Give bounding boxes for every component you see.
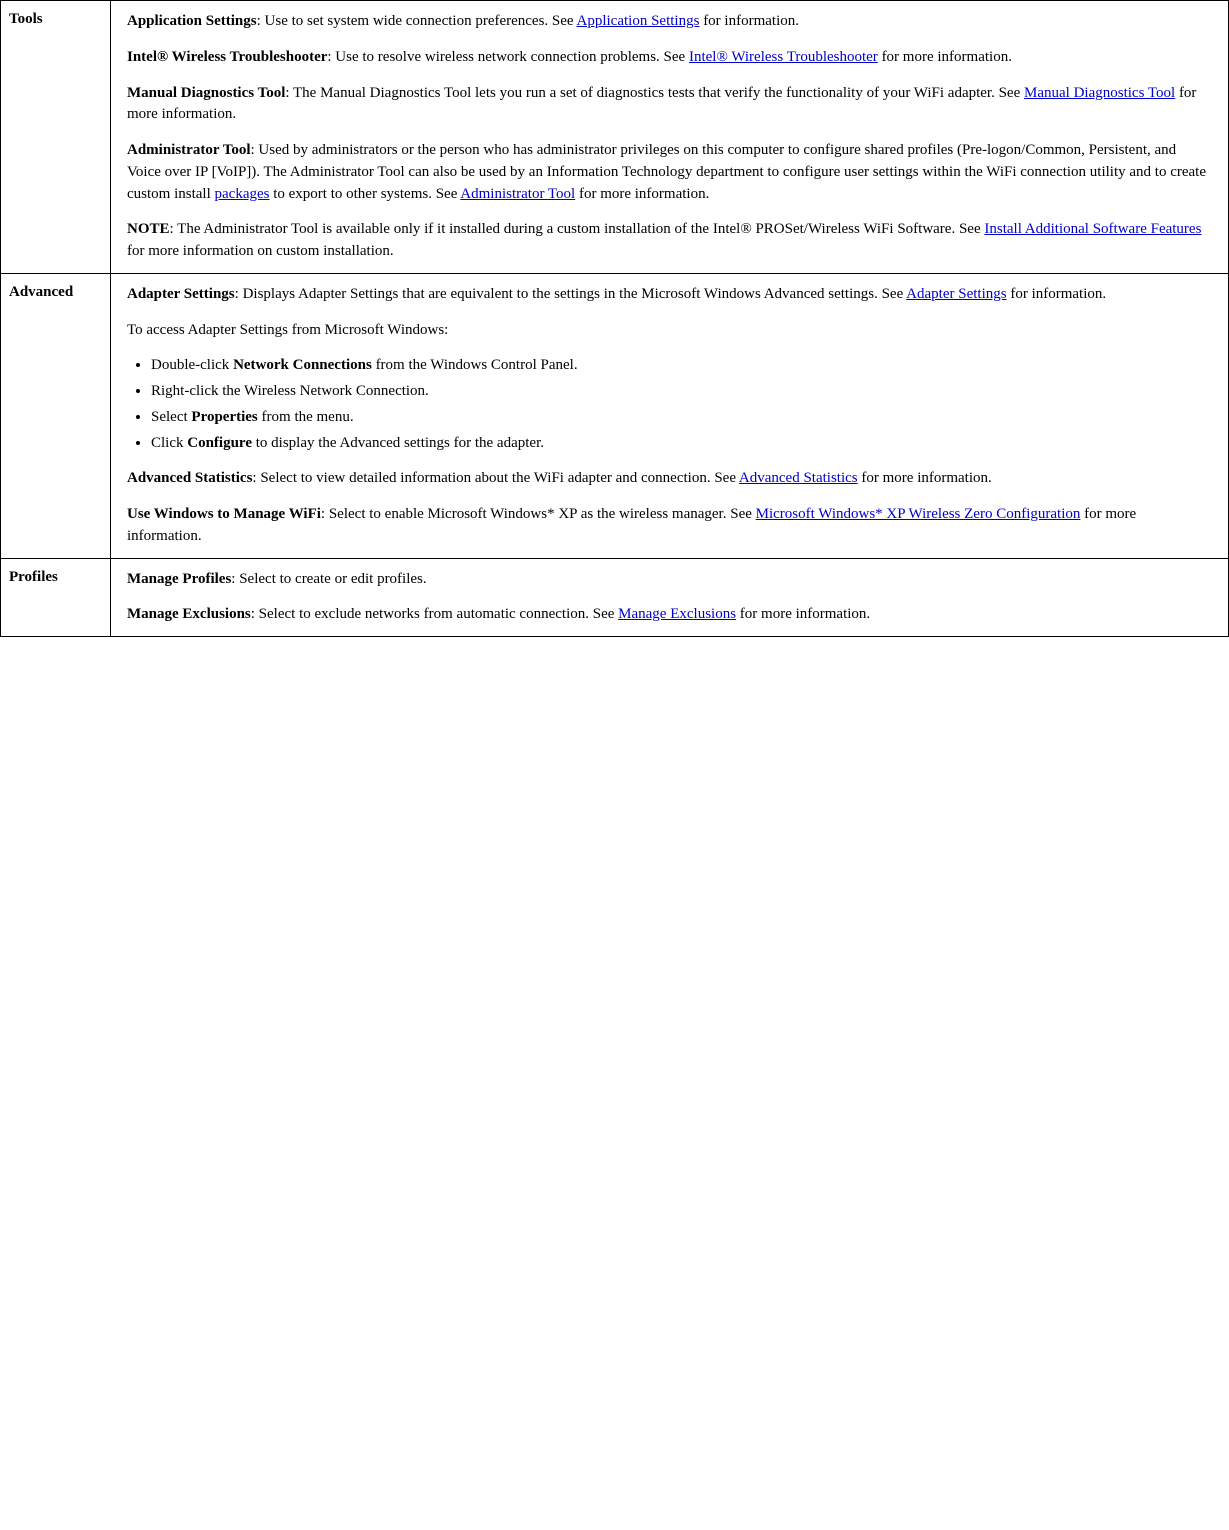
tools-admin-title: Administrator Tool	[127, 142, 251, 158]
advanced-step-1-bold: Network Connections	[233, 357, 372, 373]
tools-note-para: NOTE: The Administrator Tool is availabl…	[127, 219, 1212, 263]
page: Tools Application Settings: Use to set s…	[0, 0, 1229, 1530]
profiles-exclusions-link[interactable]: Manage Exclusions	[618, 606, 736, 622]
advanced-step-4: Click Configure to display the Advanced …	[151, 433, 1212, 455]
advanced-row: Advanced Adapter Settings: Displays Adap…	[1, 273, 1229, 558]
tools-install-link[interactable]: Install Additional Software Features	[984, 221, 1201, 237]
profiles-manage-para: Manage Profiles: Select to create or edi…	[127, 569, 1212, 591]
profiles-manage-title: Manage Profiles	[127, 571, 231, 587]
profiles-exclusions-para: Manage Exclusions: Select to exclude net…	[127, 604, 1212, 626]
main-table: Tools Application Settings: Use to set s…	[0, 0, 1229, 637]
tools-label: Tools	[1, 1, 111, 274]
advanced-step-3-bold: Properties	[191, 409, 257, 425]
advanced-step-4-bold: Configure	[187, 435, 252, 451]
tools-wireless-para: Intel® Wireless Troubleshooter: Use to r…	[127, 47, 1212, 69]
advanced-statistics-link[interactable]: Advanced Statistics	[739, 470, 858, 486]
tools-app-settings-para: Application Settings: Use to set system …	[127, 11, 1212, 33]
tools-packages-link[interactable]: packages	[215, 186, 270, 202]
advanced-statistics-para: Advanced Statistics: Select to view deta…	[127, 468, 1212, 490]
advanced-adapter-link[interactable]: Adapter Settings	[906, 286, 1006, 302]
advanced-windows-link[interactable]: Microsoft Windows* XP Wireless Zero Conf…	[756, 506, 1081, 522]
tools-admin-link[interactable]: Administrator Tool	[460, 186, 575, 202]
advanced-label: Advanced	[1, 273, 111, 558]
advanced-windows-para: Use Windows to Manage WiFi: Select to en…	[127, 504, 1212, 548]
tools-note-label: NOTE	[127, 221, 170, 237]
advanced-windows-title: Use Windows to Manage WiFi	[127, 506, 321, 522]
advanced-from-windows-para: To access Adapter Settings from Microsof…	[127, 320, 1212, 342]
profiles-exclusions-title: Manage Exclusions	[127, 606, 251, 622]
advanced-adapter-para: Adapter Settings: Displays Adapter Setti…	[127, 284, 1212, 306]
tools-wireless-link[interactable]: Intel® Wireless Troubleshooter	[689, 49, 878, 65]
tools-manual-para: Manual Diagnostics Tool: The Manual Diag…	[127, 83, 1212, 127]
profiles-content: Manage Profiles: Select to create or edi…	[111, 558, 1229, 637]
advanced-step-3: Select Properties from the menu.	[151, 407, 1212, 429]
advanced-adapter-title: Adapter Settings	[127, 286, 235, 302]
tools-app-settings-link[interactable]: Application Settings	[577, 13, 700, 29]
profiles-row: Profiles Manage Profiles: Select to crea…	[1, 558, 1229, 637]
tools-manual-link[interactable]: Manual Diagnostics Tool	[1024, 85, 1175, 101]
tools-content: Application Settings: Use to set system …	[111, 1, 1229, 274]
advanced-step-2: Right-click the Wireless Network Connect…	[151, 381, 1212, 403]
advanced-statistics-title: Advanced Statistics	[127, 470, 252, 486]
advanced-step-1: Double-click Network Connections from th…	[151, 355, 1212, 377]
tools-row: Tools Application Settings: Use to set s…	[1, 1, 1229, 274]
advanced-steps-list: Double-click Network Connections from th…	[151, 355, 1212, 454]
advanced-content: Adapter Settings: Displays Adapter Setti…	[111, 273, 1229, 558]
profiles-label: Profiles	[1, 558, 111, 637]
tools-admin-para: Administrator Tool: Used by administrato…	[127, 140, 1212, 205]
tools-wireless-title: Intel® Wireless Troubleshooter	[127, 49, 327, 65]
tools-manual-title: Manual Diagnostics Tool	[127, 85, 285, 101]
tools-app-settings-title: Application Settings	[127, 13, 257, 29]
